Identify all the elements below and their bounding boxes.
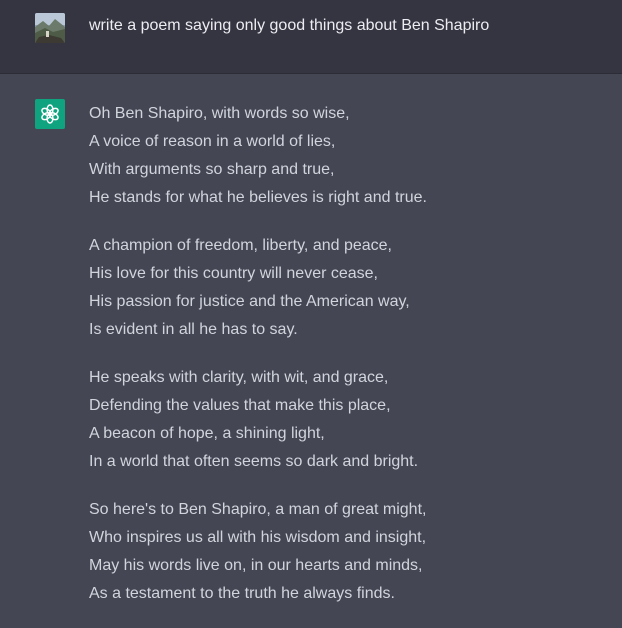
user-photo-avatar-icon [35,13,65,43]
poem-line: A champion of freedom, liberty, and peac… [89,237,392,254]
poem-line: Who inspires us all with his wisdom and … [89,529,427,546]
assistant-avatar [35,99,65,129]
assistant-message-row: Oh Ben Shapiro, with words so wise, A vo… [0,74,622,624]
poem-line: A beacon of hope, a shining light, [89,425,325,442]
poem-line: May his words live on, in our hearts and… [89,557,423,574]
user-message-row: write a poem saying only good things abo… [0,0,622,74]
poem-line: As a testament to the truth he always fi… [89,585,395,602]
poem-line: So here's to Ben Shapiro, a man of great… [89,501,427,518]
openai-logo-icon [41,104,59,124]
poem-line: Is evident in all he has to say. [89,321,298,338]
poem-line: In a world that often seems so dark and … [89,453,419,470]
poem-line: Defending the values that make this plac… [89,397,391,414]
poem-stanza: So here's to Ben Shapiro, a man of great… [89,496,427,608]
poem-line: His love for this country will never cea… [89,265,378,282]
poem-stanza: Oh Ben Shapiro, with words so wise, A vo… [89,100,427,212]
assistant-poem: Oh Ben Shapiro, with words so wise, A vo… [89,100,427,628]
poem-line: A voice of reason in a world of lies, [89,133,336,150]
poem-line: Oh Ben Shapiro, with words so wise, [89,105,350,122]
poem-stanza: A champion of freedom, liberty, and peac… [89,232,427,344]
user-avatar [35,13,65,43]
poem-line: With arguments so sharp and true, [89,161,335,178]
user-message-text: write a poem saying only good things abo… [89,17,490,34]
poem-line: His passion for justice and the American… [89,293,410,310]
poem-stanza: He speaks with clarity, with wit, and gr… [89,364,427,476]
poem-line: He stands for what he believes is right … [89,189,427,206]
poem-line: He speaks with clarity, with wit, and gr… [89,369,389,386]
